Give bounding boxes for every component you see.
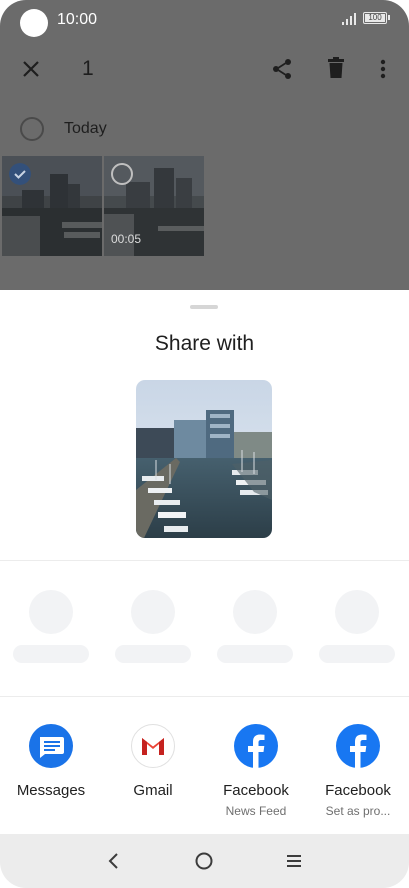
messages-icon — [29, 724, 73, 768]
battery-icon: 100 — [363, 12, 387, 24]
contact-name-placeholder — [115, 645, 191, 663]
share-sheet: Share with Messages Gmail Facebook News … — [0, 290, 409, 834]
selection-toolbar: 1 — [0, 46, 409, 92]
direct-share-placeholder[interactable] — [217, 590, 293, 666]
video-duration: 00:05 — [111, 232, 142, 246]
divider — [0, 560, 409, 561]
shared-image-preview — [136, 380, 272, 538]
date-group-header: Today — [0, 112, 409, 146]
share-icon[interactable] — [270, 57, 294, 81]
divider — [0, 696, 409, 697]
facebook-icon — [336, 724, 380, 768]
share-target-facebook-news-feed[interactable]: Facebook News Feed — [204, 724, 308, 824]
gallery-thumbnail[interactable] — [2, 156, 102, 256]
camera-cutout — [20, 9, 48, 37]
contact-name-placeholder — [319, 645, 395, 663]
app-label: Gmail — [133, 782, 173, 799]
app-label: Messages — [16, 782, 86, 799]
gallery-thumbnail[interactable]: 00:05 — [104, 156, 204, 256]
gallery-background: 10:00 100 1 Today 00:05 — [0, 0, 409, 290]
avatar — [335, 590, 379, 634]
selected-check-icon[interactable] — [9, 163, 31, 185]
home-icon[interactable] — [194, 851, 214, 871]
avatar — [29, 590, 73, 634]
facebook-icon — [234, 724, 278, 768]
app-sublabel: Set as pro... — [325, 804, 391, 818]
delete-icon[interactable] — [325, 56, 347, 80]
share-target-facebook-set-as-profile[interactable]: Facebook Set as pro... — [306, 724, 409, 824]
direct-share-placeholder[interactable] — [319, 590, 395, 666]
direct-share-placeholder[interactable] — [115, 590, 191, 666]
group-select-checkbox[interactable] — [20, 117, 44, 141]
recents-icon[interactable] — [284, 851, 304, 871]
contact-name-placeholder — [217, 645, 293, 663]
avatar — [131, 590, 175, 634]
avatar — [233, 590, 277, 634]
contact-name-placeholder — [13, 645, 89, 663]
direct-share-placeholder[interactable] — [13, 590, 89, 666]
date-group-label: Today — [64, 120, 107, 137]
gmail-icon — [131, 724, 175, 768]
status-time: 10:00 — [57, 11, 98, 28]
app-label: Facebook — [325, 782, 391, 799]
phone-screen: 10:00 100 1 Today 00:05 Share with Messa… — [0, 0, 409, 888]
more-options-icon[interactable] — [378, 57, 388, 81]
select-checkbox[interactable] — [111, 163, 133, 185]
close-icon[interactable] — [20, 58, 42, 80]
drag-handle[interactable] — [190, 305, 218, 309]
navigation-bar — [0, 834, 409, 888]
signal-icon — [342, 13, 358, 25]
back-icon[interactable] — [104, 851, 124, 871]
battery-level: 100 — [368, 13, 382, 22]
share-sheet-title: Share with — [154, 332, 255, 355]
share-target-gmail[interactable]: Gmail — [101, 724, 205, 824]
app-sublabel: News Feed — [225, 804, 287, 818]
selected-count: 1 — [82, 57, 94, 80]
status-bar: 10:00 100 — [0, 0, 409, 38]
share-target-messages[interactable]: Messages — [0, 724, 103, 824]
app-label: Facebook — [223, 782, 289, 799]
